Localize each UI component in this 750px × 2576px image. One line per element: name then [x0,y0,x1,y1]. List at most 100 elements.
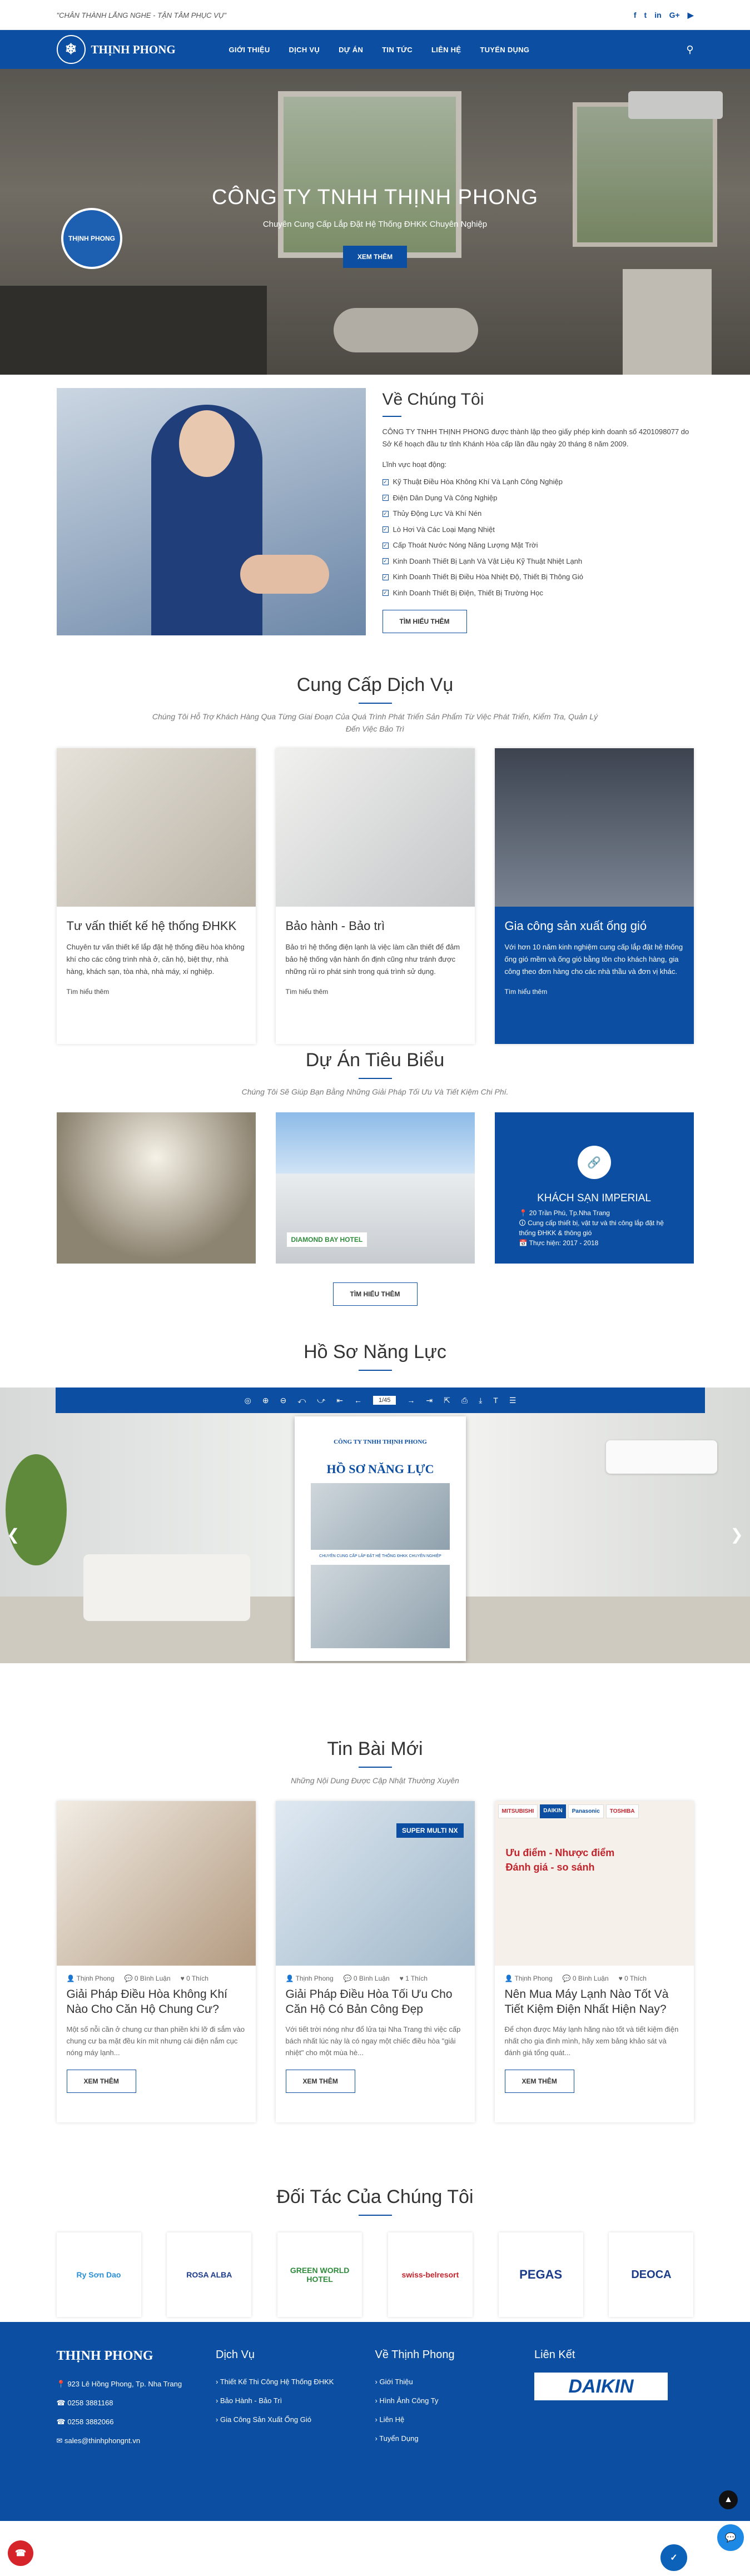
first-page-icon[interactable]: ⇤ [336,1396,343,1405]
service-card[interactable]: Bảo hành - Bảo trì Bảo trì hệ thống điện… [275,748,475,1044]
partner-logo[interactable]: GREEN WORLD HOTEL [277,2232,362,2317]
daikin-logo[interactable]: DAIKIN [534,2373,668,2400]
period-text: 📅 Thực hiện: 2017 - 2018 [519,1239,599,1247]
service-title: Gia công sản xuất ống gió [504,919,647,933]
location-text: 📍 20 Trần Phú, Tp.Nha Trang [519,1209,610,1217]
news-more-button[interactable]: XEM THÊM [285,2070,355,2093]
nav-item-gioi-thieu[interactable]: GIỚI THIỆU [229,46,270,54]
news-card[interactable]: SUPER MULTI NX 👤 Thịnh Phong 💬 0 Bình Lu… [275,1801,475,2122]
news-card[interactable]: MITSUBISHI DAIKIN Panasonic TOSHIBA Ưu đ… [494,1801,694,2122]
last-page-icon[interactable]: ⇥ [426,1396,433,1405]
nav-item-du-an[interactable]: DỰ ÁN [339,46,363,54]
footer-link[interactable]: › Liên Hệ [375,2410,535,2429]
section-title: Cung Cấp Dịch Vụ [296,674,454,695]
back-to-top-icon[interactable]: ▲ [719,2490,738,2509]
service-image [494,748,694,907]
service-card[interactable]: Tư vấn thiết kế hệ thống ĐHKK Chuyên tư … [56,748,256,1044]
projects-more-button[interactable]: TÌM HIỂU THÊM [332,1282,418,1306]
section-subtitle: Chúng Tôi Sẽ Giúp Bạn Bằng Những Giải Ph… [241,1087,509,1096]
redo-icon[interactable]: ⤻ [317,1396,325,1405]
check-icon: ✓ [382,479,389,485]
footer-link[interactable]: › Bảo Hành - Bảo Trì [216,2391,375,2410]
news-more-button[interactable]: XEM THÊM [66,2070,136,2093]
site-footer: THỊNH PHONG 📍 923 Lê Hồng Phong, Tp. Nha… [0,2322,750,2573]
comment-count: 💬 0 Bình Luận [562,1975,609,1982]
nav-item-lien-he[interactable]: LIÊN HỆ [431,46,461,54]
news-image [56,1801,256,1966]
like-count: ♥ 0 Thích [618,1975,647,1982]
zoom-out-icon[interactable]: ⊖ [280,1396,287,1405]
download-icon[interactable]: ⤓ [479,1396,482,1405]
undo-icon[interactable]: ⤺ [297,1396,306,1405]
project-image-hotel[interactable]: DIAMOND BAY HOTEL [275,1112,475,1264]
projects-section: Dự Án Tiêu Biểu Chúng Tôi Sẽ Giúp Bạn Bằ… [0,1033,750,1330]
print-icon[interactable]: ⎙ [461,1396,468,1405]
flipbook-viewer[interactable]: ◎ ⊕ ⊖ ⤺ ⤻ ⇤ ← 1/45 → ⇥ ⇱ ⎙ ⤓ T ☰ CÔNG TY… [0,1388,750,1663]
twitter-icon[interactable]: t [644,11,647,20]
next-page-icon[interactable]: → [407,1396,415,1405]
section-title: Hồ Sơ Năng Lực [304,1341,446,1362]
footer-link[interactable]: › Tuyển Dụng [375,2429,535,2448]
zoom-in-icon[interactable]: ⊕ [262,1396,269,1405]
footer-link[interactable]: › Hình Ảnh Công Ty [375,2391,535,2410]
nav-item-dich-vu[interactable]: DỊCH VỤ [289,46,320,54]
phone-call-icon[interactable]: ☎ [8,2540,33,2566]
chat-icon[interactable]: 💬 [716,2523,746,2553]
phone-text[interactable]: ☎ 0258 3881168 [57,2394,216,2413]
service-desc: Bảo trì hệ thống điện lạnh là việc làm c… [285,943,460,976]
service-desc: Với hơn 10 năm kinh nghiệm cung cấp lắp … [504,943,683,976]
partner-logo[interactable]: DEOCA [609,2232,693,2317]
news-title[interactable]: Nên Mua Máy Lạnh Nào Tốt Và Tiết Kiệm Đi… [495,1982,694,2017]
service-more-link[interactable]: Tìm hiểu thêm [505,988,684,996]
site-logo[interactable]: ❄ THỊNH PHONG [56,35,229,64]
project-featured-card[interactable]: 🔗 KHÁCH SẠN IMPERIAL 📍 20 Trần Phú, Tp.N… [494,1112,694,1264]
partner-logo[interactable]: swiss-belresort [388,2232,473,2317]
youtube-icon[interactable]: ▶ [688,11,694,20]
check-icon: ✓ [382,542,389,549]
author: 👤 Thịnh Phong [285,1975,334,1982]
service-more-link[interactable]: Tìm hiểu thêm [286,988,465,996]
news-more-button[interactable]: XEM THÊM [504,2070,574,2093]
prev-page-icon[interactable]: ← [354,1396,362,1405]
link-icon: 🔗 [577,1146,611,1179]
fullscreen-icon[interactable]: ⇱ [444,1396,450,1405]
partner-logo[interactable]: ROSA ALBA [167,2232,251,2317]
next-arrow-icon[interactable]: ❯ [731,1525,743,1544]
footer-link[interactable]: › Giới Thiệu [375,2373,535,2391]
text-icon[interactable]: T [493,1396,498,1405]
brand-name: THỊNH PHONG [91,42,176,56]
news-title[interactable]: Giải Pháp Điều Hòa Không Khí Nào Cho Căn… [57,1982,256,2017]
footer-links: Liên Kết DAIKIN [534,2349,694,2450]
hero-more-button[interactable]: XEM THÊM [342,246,408,268]
partner-logo[interactable]: PEGAS [499,2232,583,2317]
facebook-icon[interactable]: f [634,11,637,20]
menu-icon[interactable]: ☰ [509,1396,516,1405]
google-plus-icon[interactable]: G+ [669,11,680,20]
nav-item-tin-tuc[interactable]: TIN TỨC [382,46,413,54]
partners-section: Đối Tác Của Chúng Tôi Ry Sơn Dao ROSA AL… [0,2172,750,2322]
section-subtitle: Những Nội Dung Được Cập Nhật Thường Xuyê… [291,1776,459,1785]
service-card[interactable]: Gia công sản xuất ống gió Với hơn 10 năm… [494,748,694,1044]
phone-text[interactable]: ☎ 0258 3882066 [57,2413,216,2431]
project-image-lobby[interactable] [56,1112,256,1264]
linkedin-icon[interactable]: in [654,11,661,20]
footer-contact: THỊNH PHONG 📍 923 Lê Hồng Phong, Tp. Nha… [57,2349,216,2450]
verified-badge-icon[interactable]: ✓ [659,2543,689,2573]
search-icon[interactable]: ⚲ [686,44,693,56]
nav-item-tuyen-dung[interactable]: TUYỂN DỤNG [480,46,529,54]
news-section: Tin Bài Mới Những Nội Dung Được Cập Nhật… [0,1716,750,2172]
prev-arrow-icon[interactable]: ❮ [7,1525,19,1544]
email-link[interactable]: ✉ sales@thinhphongnt.vn [57,2431,216,2450]
news-title[interactable]: Giải Pháp Điều Hòa Tối Ưu Cho Căn Hộ Có … [276,1982,475,2017]
footer-link[interactable]: › Gia Công Sản Xuất Ống Gió [216,2410,375,2429]
about-more-button[interactable]: TÌM HIỂU THÊM [382,610,467,633]
news-image: SUPER MULTI NX [275,1801,475,1966]
news-card[interactable]: 👤 Thịnh Phong 💬 0 Bình Luận ♥ 0 Thích Gi… [56,1801,256,2122]
flipbook-logo-icon[interactable]: ◎ [245,1396,251,1405]
footer-about: Về Thịnh Phong › Giới Thiệu › Hình Ảnh C… [375,2349,535,2450]
partner-logo[interactable]: Ry Sơn Dao [57,2232,141,2317]
section-title: Đối Tác Của Chúng Tôi [276,2186,474,2207]
service-more-link[interactable]: Tìm hiểu thêm [67,988,246,996]
footer-link[interactable]: › Thiết Kế Thi Công Hệ Thống ĐHKK [216,2373,375,2391]
page-indicator[interactable]: 1/45 [372,1396,396,1405]
